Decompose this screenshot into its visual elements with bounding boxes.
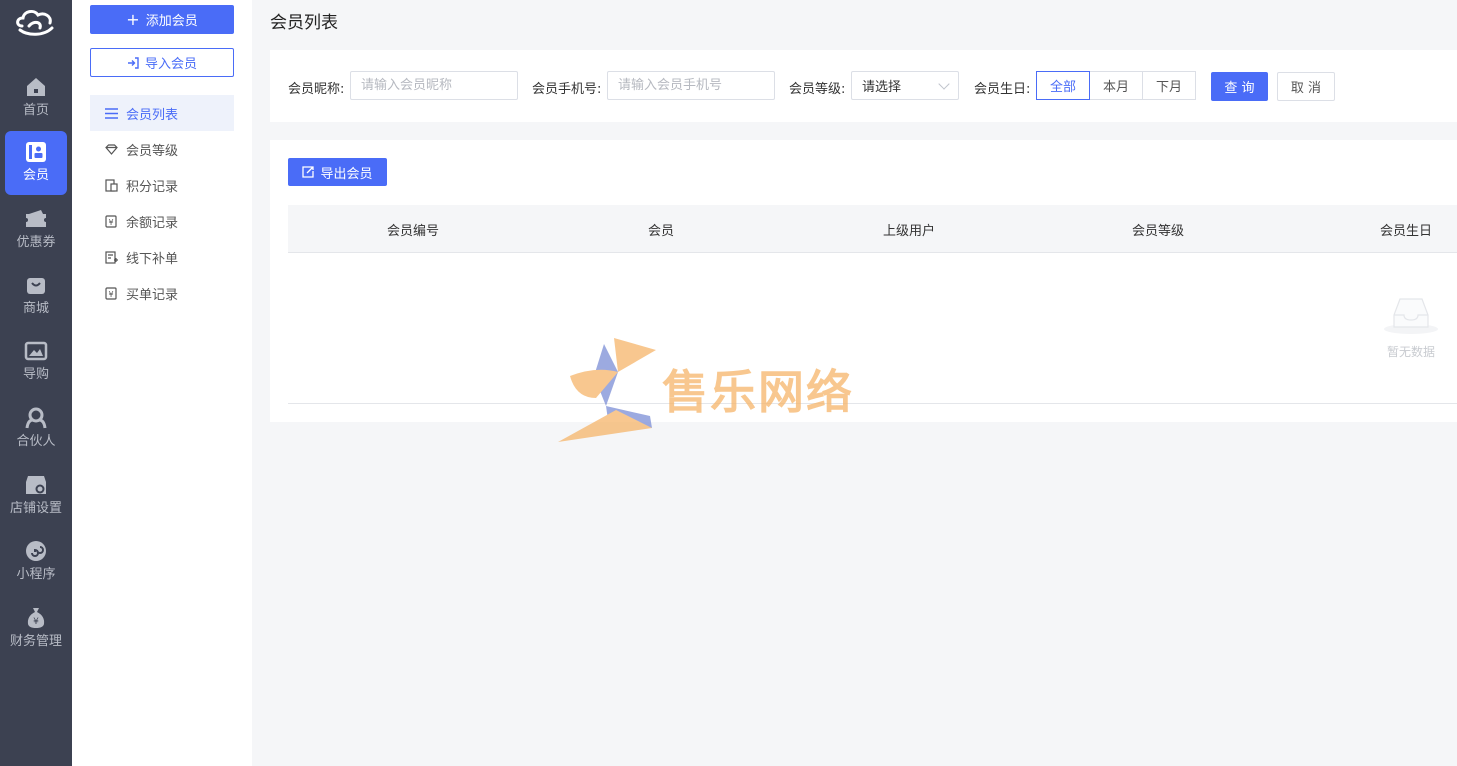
image-icon xyxy=(24,341,48,361)
submenu-label: 余额记录 xyxy=(126,215,179,231)
birthday-option-next-month[interactable]: 下月 xyxy=(1142,71,1196,100)
submenu-item-member-list[interactable]: 会员列表 xyxy=(90,95,234,131)
query-button[interactable]: 查 询 xyxy=(1211,72,1268,101)
nickname-input[interactable] xyxy=(350,71,518,100)
birthday-label: 会员生日: xyxy=(974,82,1031,97)
page-title: 会员列表 xyxy=(270,13,338,33)
submenu-item-offline-order[interactable]: 线下补单 xyxy=(90,239,234,275)
add-member-button[interactable]: + 添加会员 xyxy=(90,5,234,34)
rail-label: 合伙人 xyxy=(16,434,56,449)
column-header-member-id[interactable]: 会员编号 xyxy=(387,220,439,239)
submenu-item-points-record[interactable]: 积分记录 xyxy=(90,167,234,203)
rail-item-store-settings[interactable]: 店铺设置 xyxy=(5,464,67,528)
submenu-label: 积分记录 xyxy=(126,179,179,195)
rail-item-mini-program[interactable]: 小程序 xyxy=(5,530,67,594)
level-select-value: 请选择 xyxy=(862,80,902,95)
rail-item-finance[interactable]: ¥ 财务管理 xyxy=(5,597,67,661)
app-logo-icon[interactable] xyxy=(14,6,58,38)
rail-item-partner[interactable]: 合伙人 xyxy=(5,397,67,461)
import-member-label: 导入会员 xyxy=(144,57,197,72)
rail-item-home[interactable]: 首页 xyxy=(5,66,67,130)
home-icon xyxy=(27,78,45,96)
balance-icon: ¥ xyxy=(104,214,118,228)
points-icon xyxy=(104,178,118,192)
empty-state: 暂无数据 xyxy=(1376,295,1446,360)
column-header-member[interactable]: 会员 xyxy=(648,220,674,239)
level-label: 会员等级: xyxy=(789,82,846,97)
birthday-option-all[interactable]: 全部 xyxy=(1036,71,1090,100)
main-nav-rail: 首页 会员 优惠券 商城 导购 合伙人 店铺设置 小程序 ¥ 财务管理 xyxy=(0,0,72,766)
submenu-item-member-level[interactable]: 会员等级 xyxy=(90,131,234,167)
cancel-button[interactable]: 取 消 xyxy=(1277,72,1335,101)
empty-text: 暂无数据 xyxy=(1386,345,1435,359)
column-header-birthday[interactable]: 会员生日 xyxy=(1380,220,1432,239)
export-member-label: 导出会员 xyxy=(320,166,373,182)
phone-label: 会员手机号: xyxy=(532,82,602,97)
birthday-option-this-month[interactable]: 本月 xyxy=(1089,71,1143,100)
rail-label: 优惠券 xyxy=(16,235,56,250)
member-card-icon xyxy=(26,142,46,162)
store-settings-icon xyxy=(26,476,46,494)
column-header-parent-user[interactable]: 上级用户 xyxy=(883,220,935,239)
import-member-button[interactable]: 导入会员 xyxy=(90,48,234,77)
level-select[interactable]: 请选择 xyxy=(851,71,959,100)
table-header: 会员编号 会员 上级用户 会员等级 会员生日 xyxy=(288,205,1457,253)
payment-record-icon: ¥ xyxy=(104,286,118,300)
rail-item-coupon[interactable]: 优惠券 xyxy=(5,198,67,262)
rail-label: 首页 xyxy=(22,103,49,118)
table-bottom-divider xyxy=(288,403,1457,404)
rail-label: 店铺设置 xyxy=(9,501,62,516)
list-icon xyxy=(104,106,118,120)
rail-label: 会员 xyxy=(22,168,49,183)
column-header-member-level[interactable]: 会员等级 xyxy=(1132,220,1184,239)
coupon-icon xyxy=(26,210,46,227)
svg-text:¥: ¥ xyxy=(33,617,39,627)
member-submenu: 会员列表 会员等级 积分记录 ¥ 余额记录 线下补单 ¥ 买单记录 xyxy=(90,95,234,311)
rail-item-member[interactable]: 会员 xyxy=(5,131,67,195)
submenu-item-balance-record[interactable]: ¥ 余额记录 xyxy=(90,203,234,239)
submenu-label: 买单记录 xyxy=(126,287,179,303)
shopping-bag-icon xyxy=(27,278,45,294)
rail-label: 商城 xyxy=(22,301,49,316)
partner-icon xyxy=(25,407,47,429)
svg-text:¥: ¥ xyxy=(108,290,113,299)
offline-order-icon xyxy=(104,250,118,264)
filter-panel: 会员昵称: 会员手机号: 会员等级: 请选择 会员生日: 全部 本月 下月 查 … xyxy=(270,50,1457,122)
mini-program-icon xyxy=(26,541,46,561)
rail-label: 财务管理 xyxy=(9,634,62,649)
empty-inbox-icon xyxy=(1384,298,1438,334)
export-icon xyxy=(302,166,315,178)
diamond-icon xyxy=(104,142,118,156)
rail-label: 导购 xyxy=(22,367,49,382)
submenu-label: 线下补单 xyxy=(126,251,179,267)
import-icon xyxy=(127,56,139,69)
member-table-panel: 导出会员 会员编号 会员 上级用户 会员等级 会员生日 暂无数据 xyxy=(270,140,1457,422)
submenu-label: 会员列表 xyxy=(126,107,179,123)
submenu-item-payment-record[interactable]: ¥ 买单记录 xyxy=(90,275,234,311)
add-member-label: 添加会员 xyxy=(145,14,198,29)
phone-input[interactable] xyxy=(607,71,775,100)
export-member-button[interactable]: 导出会员 xyxy=(288,158,387,186)
rail-item-guide[interactable]: 导购 xyxy=(5,330,67,394)
chevron-down-icon xyxy=(938,77,950,90)
finance-icon: ¥ xyxy=(27,608,45,628)
member-sidebar: + 添加会员 导入会员 会员列表 会员等级 积分记录 ¥ 余额记录 线下补单 ¥… xyxy=(72,0,252,766)
plus-icon: + xyxy=(126,9,140,29)
nickname-label: 会员昵称: xyxy=(288,82,345,97)
svg-text:¥: ¥ xyxy=(108,218,113,227)
submenu-label: 会员等级 xyxy=(126,143,179,159)
rail-item-mall[interactable]: 商城 xyxy=(5,264,67,328)
rail-label: 小程序 xyxy=(16,567,56,582)
